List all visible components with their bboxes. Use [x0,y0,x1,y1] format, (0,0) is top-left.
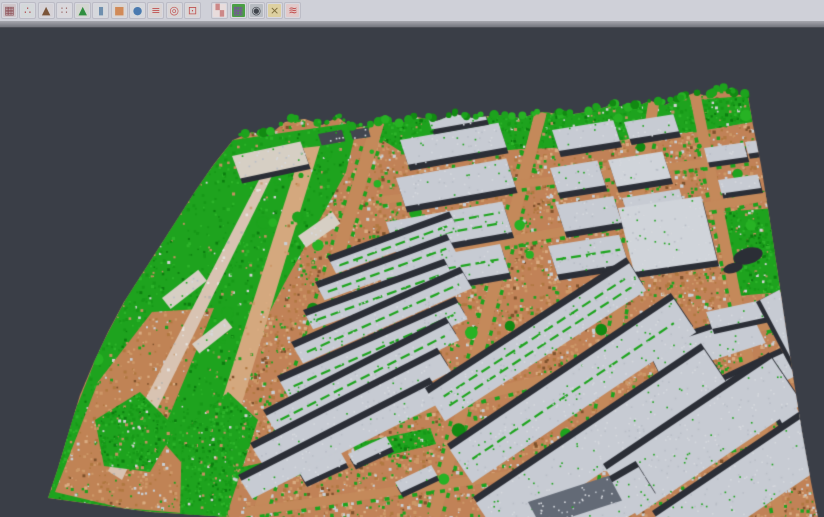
measure-flag-icon: ≋ [286,4,299,17]
toolbar-separator [0,21,824,28]
ortho-image-icon: ■ [113,4,126,17]
terrain-model-button[interactable]: ▲ [38,2,55,19]
terrain-surface-button[interactable]: ▲ [74,2,91,19]
viewport-3d-canvas[interactable] [0,0,824,517]
application-window: ▦ ∴ ▲ ∷ ▲ ▮ ■ ● ≡ ◎ ⊡ ▚ ▦ ◉ × ≋ [0,0,824,517]
globe-3d-icon: ● [131,4,144,17]
classify-grid-icon: ▦ [3,4,16,17]
section-lines-icon: ≡ [149,4,162,17]
target-select-button[interactable]: ◎ [166,2,183,19]
snapshot-camera-button[interactable]: ◉ [248,2,265,19]
terrain-surface-icon: ▲ [76,4,89,17]
globe-3d-button[interactable]: ● [129,2,146,19]
delete-annotation-icon: × [268,4,281,17]
measure-flag-button[interactable]: ≋ [284,2,301,19]
toolbar: ▦ ∴ ▲ ∷ ▲ ▮ ■ ● ≡ ◎ ⊡ ▚ ▦ ◉ × ≋ [0,0,824,21]
terrain-model-icon: ▲ [40,4,53,17]
transparency-checker-button[interactable]: ▚ [211,2,228,19]
extent-select-button[interactable]: ⊡ [184,2,201,19]
target-select-icon: ◎ [168,4,181,17]
classification-colors-button[interactable]: ▦ [230,2,247,19]
thin-points-button[interactable]: ∷ [56,2,73,19]
delete-annotation-button[interactable]: × [266,2,283,19]
classify-grid-button[interactable]: ▦ [1,2,18,19]
section-lines-button[interactable]: ≡ [147,2,164,19]
register-points-button[interactable]: ∴ [19,2,36,19]
classification-colors-icon: ▦ [232,4,245,17]
extent-select-icon: ⊡ [186,4,199,17]
thin-points-icon: ∷ [58,4,71,17]
register-points-icon: ∴ [21,4,34,17]
ortho-image-button[interactable]: ■ [111,2,128,19]
profile-view-icon: ▮ [94,4,107,17]
snapshot-camera-icon: ◉ [250,4,263,17]
profile-view-button[interactable]: ▮ [92,2,109,19]
transparency-checker-icon: ▚ [213,4,226,17]
